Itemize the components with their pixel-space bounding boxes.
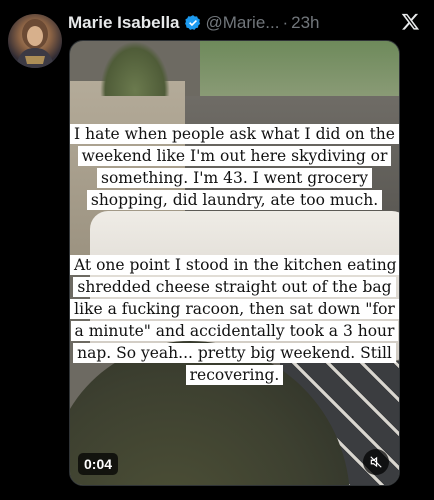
video-caption-2: At one point I stood in the kitchen eati… xyxy=(70,254,399,386)
mute-button[interactable] xyxy=(363,449,389,475)
tweet-header: Marie Isabella @Marie... · 23h xyxy=(68,10,434,36)
caption-1-text: I hate when people ask what I did on the… xyxy=(70,124,399,210)
verified-badge-icon xyxy=(184,15,200,30)
speaker-muted-icon xyxy=(370,456,382,468)
avatar[interactable] xyxy=(8,14,62,68)
separator-dot: · xyxy=(282,13,289,32)
video-caption-1: I hate when people ask what I did on the… xyxy=(70,123,399,211)
video-duration: 0:04 xyxy=(78,453,119,475)
background-lawn xyxy=(200,41,399,101)
display-name[interactable]: Marie Isabella xyxy=(68,13,180,33)
user-handle[interactable]: @Marie... xyxy=(206,13,280,33)
background-plant xyxy=(100,41,170,96)
x-logo-icon[interactable] xyxy=(401,12,420,31)
tweet: Marie Isabella @Marie... · 23h I hate wh… xyxy=(0,0,434,500)
caption-2-text: At one point I stood in the kitchen eati… xyxy=(70,255,399,385)
avatar-image xyxy=(16,19,54,68)
video-player[interactable]: I hate when people ask what I did on the… xyxy=(69,40,400,486)
post-time[interactable]: 23h xyxy=(291,13,319,33)
